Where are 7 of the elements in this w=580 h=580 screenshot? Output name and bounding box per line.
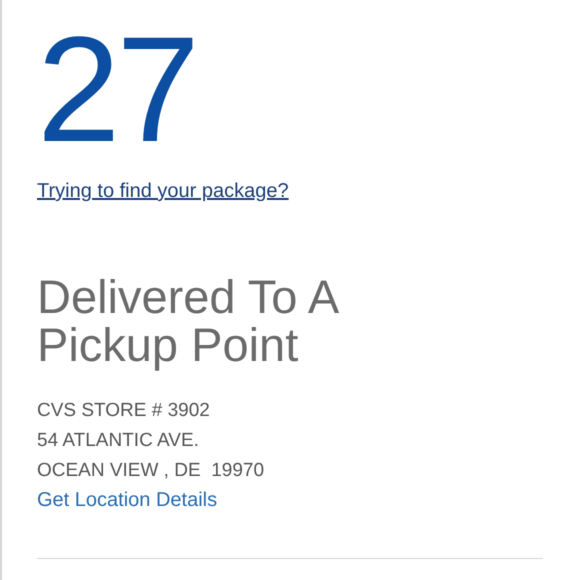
address-line: CVS STORE # 3902 — [37, 399, 210, 422]
location-details-link[interactable]: Get Location Details — [37, 489, 218, 512]
day-number: 27 — [37, 14, 196, 164]
help-link[interactable]: Trying to find your package? — [37, 180, 289, 203]
address-line: OCEAN VIEW , DE 19970 — [37, 459, 264, 482]
address-line: 54 ATLANTIC AVE. — [37, 429, 199, 452]
delivery-status: Delivered To A Pickup Point — [37, 273, 338, 369]
